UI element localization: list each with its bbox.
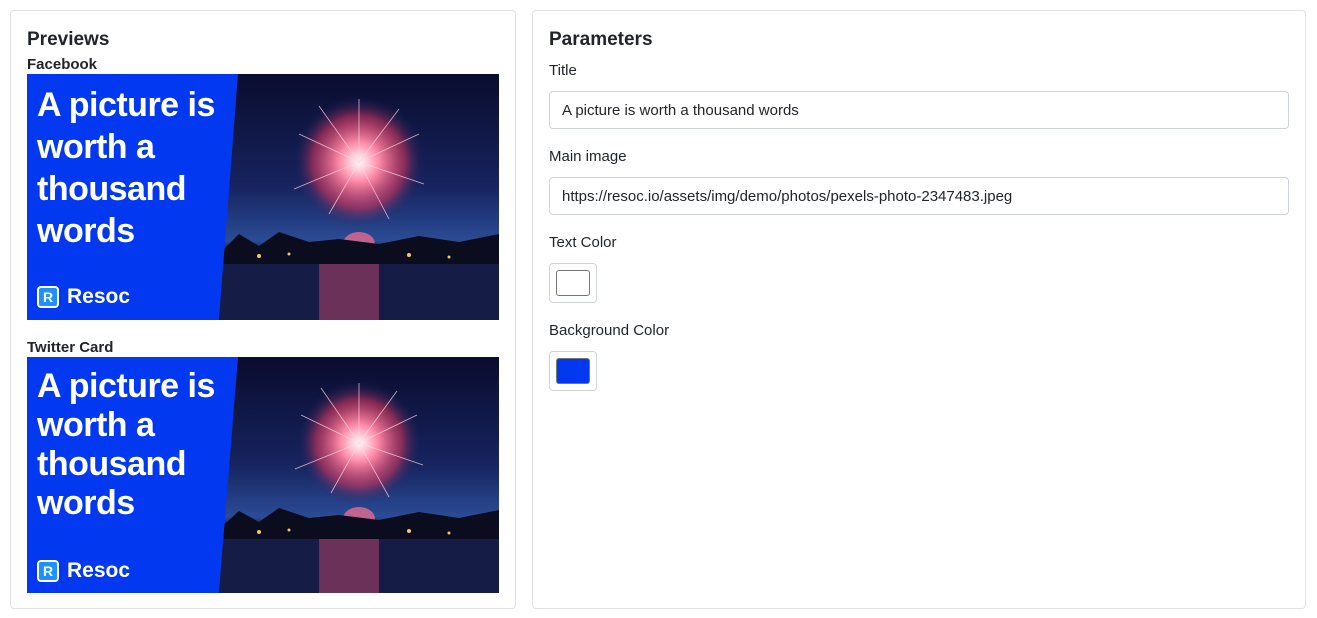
- previews-title: Previews: [27, 29, 110, 50]
- resoc-logo-icon: R: [37, 286, 59, 308]
- title-field-label: Title: [549, 62, 577, 79]
- facebook-preview-brand: R Resoc: [37, 285, 130, 309]
- text-color-field-label: Text Color: [549, 234, 617, 251]
- main-image-input[interactable]: [549, 177, 1289, 215]
- twitter-preview-brand-name: Resoc: [67, 559, 131, 582]
- parameters-title: Parameters: [549, 29, 653, 50]
- text-color-swatch: [556, 270, 590, 296]
- background-color-field-label: Background Color: [549, 322, 670, 339]
- title-input[interactable]: [549, 91, 1289, 129]
- previews-card: Previews Facebook A picture is worth a t…: [10, 10, 516, 609]
- twitter-preview-image: A picture is worth a thousand words R Re…: [27, 357, 499, 593]
- twitter-preview-label: Twitter Card: [27, 339, 114, 356]
- main-image-field-label: Main image: [549, 148, 627, 165]
- background-color-swatch: [556, 358, 590, 384]
- facebook-preview-headline: A picture is worth a thousand words: [37, 86, 215, 250]
- fireworks-photo: [219, 357, 499, 593]
- background-color-picker[interactable]: [549, 351, 597, 391]
- text-color-picker[interactable]: [549, 263, 597, 303]
- twitter-preview-headline: A picture is worth a thousand words: [37, 367, 215, 522]
- fireworks-photo: [219, 74, 499, 320]
- twitter-preview-brand: R Resoc: [37, 559, 130, 583]
- facebook-preview-brand-name: Resoc: [67, 285, 131, 308]
- resoc-logo-icon: R: [37, 560, 59, 582]
- parameters-card: Parameters Title Main image Text Color B…: [532, 10, 1306, 609]
- facebook-preview-label: Facebook: [27, 56, 98, 73]
- facebook-preview-image: A picture is worth a thousand words R Re…: [27, 74, 499, 320]
